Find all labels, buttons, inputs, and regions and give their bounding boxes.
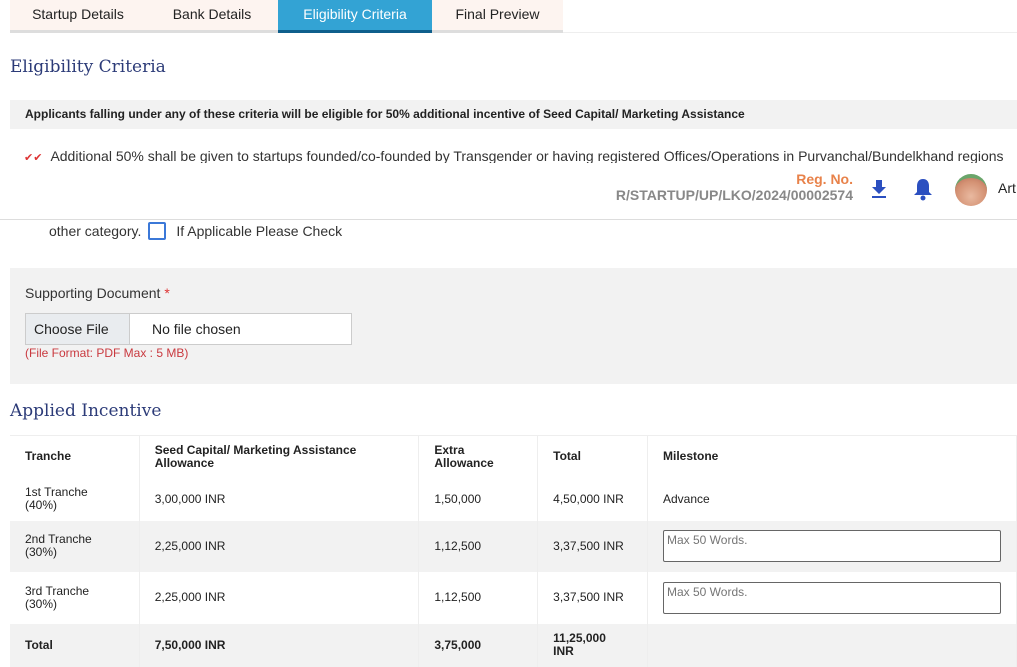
top-header: Reg. No. R/STARTUP/UP/LKO/2024/00002574 … xyxy=(0,163,1017,220)
milestone-cell xyxy=(647,520,1017,572)
file-input[interactable]: Choose File No file chosen xyxy=(25,313,352,345)
milestone-cell: Advance xyxy=(647,477,1017,521)
applicable-checkbox[interactable] xyxy=(148,222,167,240)
choose-file-button[interactable]: Choose File xyxy=(26,314,130,344)
col-milestone: Milestone xyxy=(647,435,1017,478)
required-marker: * xyxy=(164,285,170,301)
col-total: Total xyxy=(537,435,648,478)
double-check-icon: ✔✔ xyxy=(24,152,43,163)
extra-cell: 1,12,500 xyxy=(418,520,539,572)
incentive-table: Tranche Seed Capital/ Marketing Assistan… xyxy=(10,435,1017,667)
extra-cell: 1,50,000 xyxy=(418,477,539,521)
criterion-item: ✔✔ Additional 50% shall be given to start… xyxy=(24,147,1004,163)
table-row: 2nd Tranche (30%) 2,25,000 INR 1,12,500 3… xyxy=(10,520,1017,572)
seed-cell: 3,00,000 INR xyxy=(139,477,420,521)
bell-icon[interactable] xyxy=(912,177,934,201)
total-label: Total xyxy=(10,623,140,667)
extra-cell: 1,12,500 xyxy=(418,571,539,624)
section-title-eligibility: Eligibility Criteria xyxy=(10,57,166,77)
tranche-cell: 3rd Tranche (30%) xyxy=(10,571,140,624)
download-icon[interactable] xyxy=(870,177,888,199)
tab-bar: Startup Details Bank Details Eligibility… xyxy=(10,0,563,33)
supporting-document-section: Supporting Document * Choose File No fil… xyxy=(10,268,1017,384)
checkbox-label: If Applicable Please Check xyxy=(176,223,343,239)
milestone-cell xyxy=(647,571,1017,624)
divider xyxy=(563,32,1017,33)
tab-eligibility-criteria[interactable]: Eligibility Criteria xyxy=(278,0,432,33)
total-row: Total 7,50,000 INR 3,75,000 11,25,000 IN… xyxy=(10,623,1017,667)
table-header: Tranche Seed Capital/ Marketing Assistan… xyxy=(10,435,1017,478)
tab-startup-details[interactable]: Startup Details xyxy=(10,0,146,33)
tranche-cell: 1st Tranche (40%) xyxy=(10,477,140,521)
file-format-hint: (File Format: PDF Max : 5 MB) xyxy=(25,346,189,360)
milestone-input[interactable] xyxy=(663,581,1001,614)
total-seed: 7,50,000 INR xyxy=(139,623,420,667)
other-category-text: other category. xyxy=(49,223,142,239)
table-row: 1st Tranche (40%) 3,00,000 INR 1,50,000 4… xyxy=(10,477,1017,521)
table-row: 3rd Tranche (30%) 2,25,000 INR 1,12,500 3… xyxy=(10,571,1017,624)
seed-cell: 2,25,000 INR xyxy=(139,520,420,572)
supporting-document-label: Supporting Document * xyxy=(25,285,170,301)
total-total: 11,25,000 INR xyxy=(537,623,648,667)
col-tranche: Tranche xyxy=(10,435,140,478)
applicable-row: other category. If Applicable Please Che… xyxy=(49,222,342,240)
tab-final-preview[interactable]: Final Preview xyxy=(432,0,563,33)
total-milestone xyxy=(647,623,1017,667)
total-cell: 4,50,000 INR xyxy=(537,477,648,521)
criterion-text: Additional 50% shall be given to startup… xyxy=(50,148,1004,163)
section-title-applied-incentive: Applied Incentive xyxy=(10,401,162,421)
col-seed: Seed Capital/ Marketing Assistance Allow… xyxy=(139,435,420,478)
user-name[interactable]: Art xyxy=(998,180,1016,196)
reg-number: Reg. No. R/STARTUP/UP/LKO/2024/00002574 xyxy=(616,171,853,203)
total-extra: 3,75,000 xyxy=(418,623,539,667)
col-extra: Extra Allowance xyxy=(418,435,539,478)
total-cell: 3,37,500 INR xyxy=(537,571,648,624)
milestone-input[interactable] xyxy=(663,530,1001,562)
reg-value: R/STARTUP/UP/LKO/2024/00002574 xyxy=(615,187,853,203)
total-cell: 3,37,500 INR xyxy=(537,520,648,572)
eligibility-note: Applicants falling under any of these cr… xyxy=(10,100,1017,129)
tranche-cell: 2nd Tranche (30%) xyxy=(10,520,140,572)
reg-label: Reg. No. xyxy=(796,171,853,187)
file-status: No file chosen xyxy=(152,321,241,337)
avatar[interactable] xyxy=(955,174,987,206)
tab-bank-details[interactable]: Bank Details xyxy=(146,0,278,33)
seed-cell: 2,25,000 INR xyxy=(139,571,420,624)
